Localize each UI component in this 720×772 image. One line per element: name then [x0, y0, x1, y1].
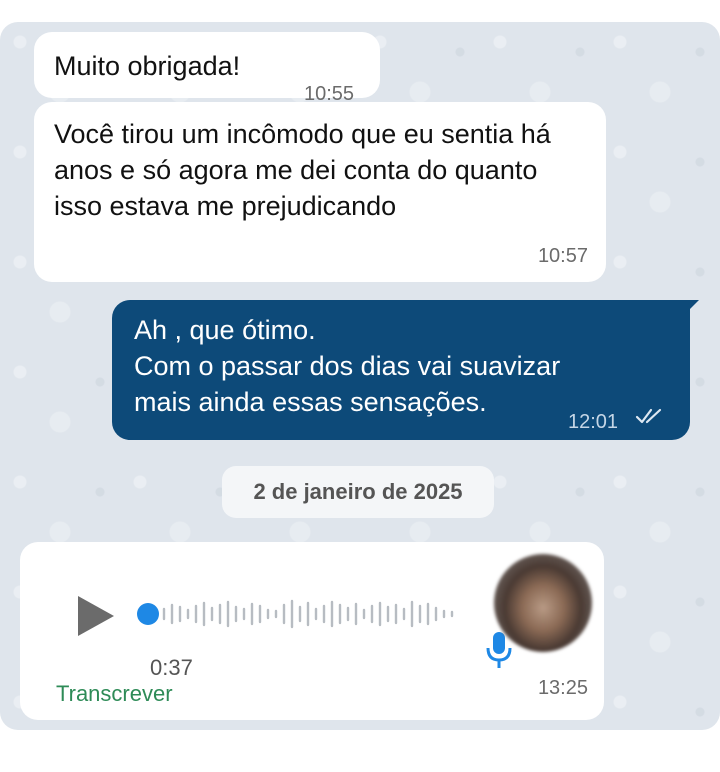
double-check-icon	[635, 408, 662, 424]
transcribe-button[interactable]: Transcrever	[56, 676, 173, 712]
message-time: 10:57	[537, 245, 588, 267]
message-line: Com o passar dos dias vai suavizar	[134, 351, 561, 381]
message-time: 13:25	[537, 677, 588, 699]
incoming-message[interactable]: Muito obrigada! 10:55	[34, 32, 380, 105]
outgoing-message[interactable]: Ah , que ótimo. Com o passar dos dias va…	[112, 300, 699, 440]
message-time: 12:01	[568, 411, 619, 433]
play-icon[interactable]	[74, 594, 116, 638]
avatar[interactable]	[494, 554, 592, 652]
message-text: Muito obrigada!	[54, 51, 241, 81]
message-line: Ah , que ótimo.	[134, 315, 316, 345]
chat-area[interactable]: Muito obrigada! 10:55 Você tirou um incô…	[0, 22, 720, 730]
voice-waveform[interactable]	[136, 594, 456, 634]
voice-message[interactable]: 0:37 Transcrever 13:25	[20, 542, 604, 720]
date-separator: 2 de janeiro de 2025	[222, 466, 494, 518]
playback-handle	[137, 603, 159, 625]
message-text: Você tirou um incômodo que eu sentia há …	[54, 119, 551, 221]
incoming-message[interactable]: Você tirou um incômodo que eu sentia há …	[34, 102, 606, 282]
date-label: 2 de janeiro de 2025	[253, 479, 463, 504]
